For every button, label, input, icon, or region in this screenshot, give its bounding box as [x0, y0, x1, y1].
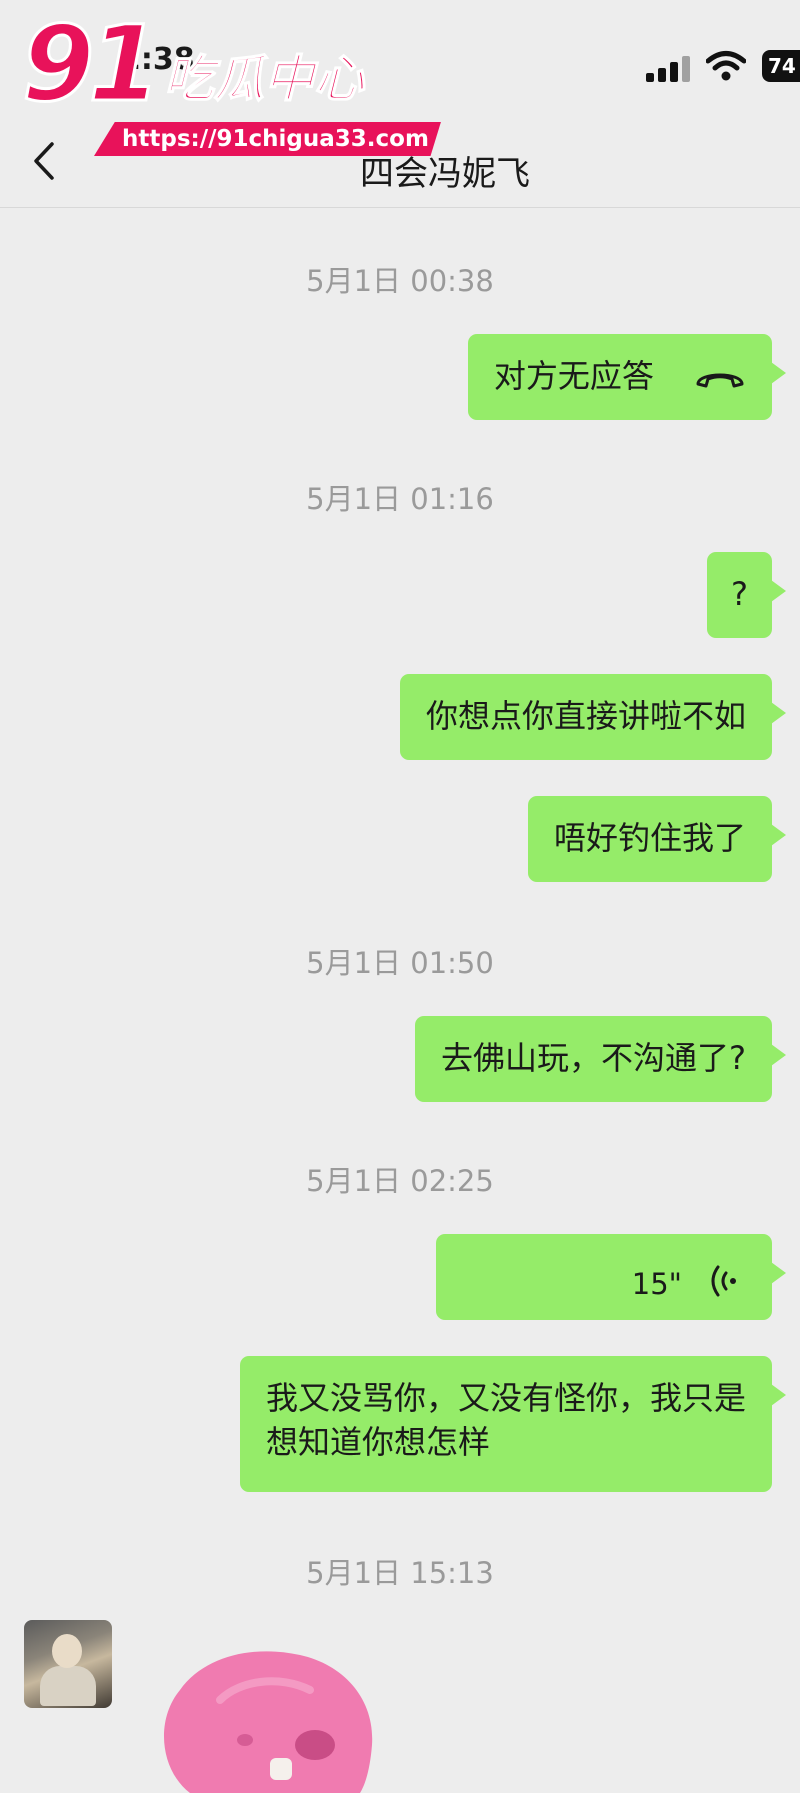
watermark-url: https://91chigua33.com: [94, 122, 441, 156]
message-bubble[interactable]: 我又没骂你，又没有怪你，我只是 想知道你想怎样: [239, 1356, 787, 1492]
watermark-title: 吃瓜中心: [163, 50, 365, 108]
wifi-icon: [706, 51, 746, 81]
message-bubble[interactable]: ?: [707, 552, 786, 638]
avatar[interactable]: [24, 1620, 112, 1708]
message-timestamp: 5月1日 00:38: [306, 264, 494, 298]
pink-blob-sticker-icon[interactable]: [150, 1620, 380, 1793]
message-timestamp: 5月1日 15:13: [306, 1556, 494, 1590]
message-bubble[interactable]: 你想点你直接讲啦不如: [399, 674, 787, 760]
message-text: 唔好钓住我了: [553, 819, 746, 857]
watermark-number: 91: [21, 3, 163, 125]
message-text: ?: [731, 575, 748, 613]
call-status-text: 对方无应答: [493, 357, 654, 395]
battery-icon: 74: [762, 50, 800, 82]
message-text: 你想点你直接讲啦不如: [425, 697, 746, 735]
cellular-signal-icon: [646, 56, 692, 82]
message-text: 去佛山玩，不沟通了?: [441, 1039, 746, 1077]
voice-duration: 15": [631, 1267, 682, 1301]
voice-message-bubble[interactable]: 15": [436, 1234, 786, 1320]
message-bubble[interactable]: 去佛山玩，不沟通了?: [415, 1016, 786, 1102]
chevron-left-icon[interactable]: [30, 140, 58, 182]
call-record-bubble[interactable]: 对方无应答: [467, 334, 787, 420]
message-text: 我又没骂你，又没有怪你，我只是 想知道你想怎样: [265, 1379, 746, 1461]
message-timestamp: 5月1日 02:25: [306, 1164, 494, 1198]
voice-wave-icon: [711, 1265, 736, 1297]
message-bubble[interactable]: 唔好钓住我了: [527, 796, 787, 882]
phone-hangup-icon: [696, 373, 744, 388]
message-timestamp: 5月1日 01:16: [306, 482, 494, 516]
message-timestamp: 5月1日 01:50: [306, 946, 494, 980]
